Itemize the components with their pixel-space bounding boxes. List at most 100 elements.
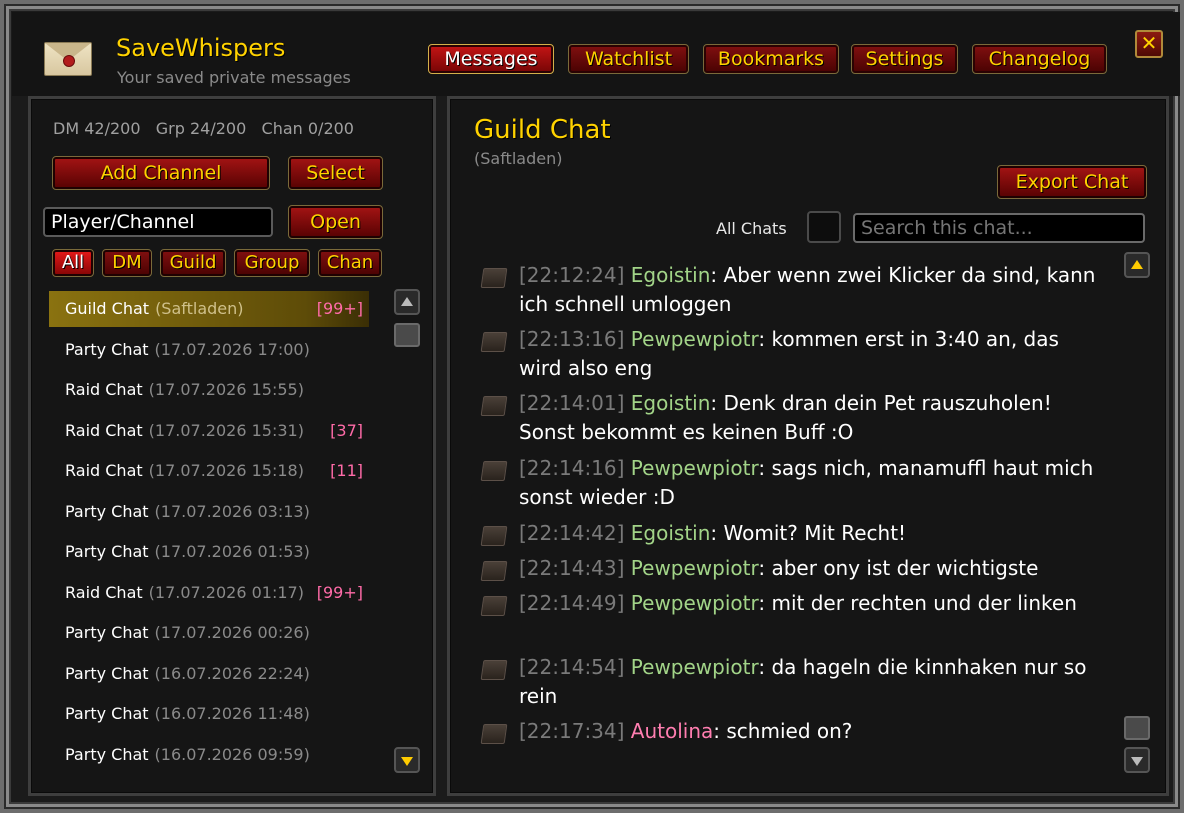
- message-timestamp: [22:12:24]: [519, 263, 625, 287]
- tab-bookmarks[interactable]: Bookmarks: [703, 44, 839, 74]
- bookmark-icon[interactable]: [480, 461, 508, 481]
- message-timestamp: [22:13:16]: [519, 327, 625, 351]
- message-timestamp: [22:14:16]: [519, 456, 625, 480]
- channel-list-item[interactable]: Guild Chat (Saftladen) [99+]: [49, 291, 369, 327]
- export-chat-button[interactable]: Export Chat: [997, 165, 1147, 199]
- channel-list-item[interactable]: Party Chat (17.07.2026 00:26): [49, 615, 369, 651]
- bookmark-icon[interactable]: [480, 724, 508, 744]
- tab-messages[interactable]: Messages: [428, 44, 554, 74]
- unread-badge: [37]: [330, 420, 363, 440]
- message-timestamp: [22:14:01]: [519, 391, 625, 415]
- chat-panel: Guild Chat (Saftladen) Export Chat All C…: [447, 96, 1169, 796]
- channel-date: (Saftladen): [155, 299, 244, 318]
- channel-list-item[interactable]: Party Chat (16.07.2026 11:48): [49, 696, 369, 732]
- channel-name: Raid Chat: [65, 380, 143, 399]
- message-sender[interactable]: Pewpewpiotr: [631, 327, 759, 351]
- arrow-down-icon: [1131, 757, 1143, 766]
- message-sender[interactable]: Egoistin: [631, 391, 711, 415]
- message-sender[interactable]: Autolina: [631, 719, 713, 743]
- channel-date: (16.07.2026 22:24): [154, 663, 310, 683]
- channel-list-item[interactable]: Party Chat (17.07.2026 17:00): [49, 332, 369, 368]
- bookmark-icon[interactable]: [480, 660, 508, 680]
- channel-sidebar: DM 42/200 Grp 24/200 Chan 0/200 Add Chan…: [28, 96, 436, 796]
- bookmark-icon[interactable]: [480, 526, 508, 546]
- message-text: [22:14:43] Pewpewpiotr: aber ony ist der…: [519, 556, 1039, 580]
- channel-list-item[interactable]: Raid Chat (17.07.2026 15:55): [49, 372, 369, 408]
- message-sender[interactable]: Pewpewpiotr: [631, 655, 759, 679]
- filter-chan[interactable]: Chan: [318, 249, 382, 277]
- channel-name: Guild Chat: [65, 299, 150, 318]
- channel-list-item[interactable]: Party Chat (17.07.2026 01:53): [49, 534, 369, 570]
- message-sender[interactable]: Pewpewpiotr: [631, 556, 759, 580]
- channel-list-item[interactable]: Raid Chat (17.07.2026 15:31) [37]: [49, 413, 369, 449]
- bookmark-icon[interactable]: [480, 396, 508, 416]
- arrow-down-icon: [401, 757, 413, 766]
- filter-dm[interactable]: DM: [102, 249, 152, 277]
- channel-list-item[interactable]: Party Chat (16.07.2026 22:24): [49, 656, 369, 692]
- add-channel-button[interactable]: Add Channel: [52, 156, 270, 190]
- channel-name: Raid Chat: [65, 461, 143, 480]
- message-body: mit der rechten und der linken: [771, 591, 1077, 615]
- envelope-icon: [44, 42, 92, 76]
- message-text: [22:14:42] Egoistin: Womit? Mit Recht!: [519, 521, 907, 545]
- channel-name: Raid Chat: [65, 582, 143, 602]
- channel-list-item[interactable]: Party Chat (17.07.2026 03:13): [49, 494, 369, 530]
- channel-date: (17.07.2026 00:26): [154, 623, 310, 642]
- open-button[interactable]: Open: [288, 205, 383, 239]
- filter-all[interactable]: All: [52, 249, 94, 277]
- message-sender[interactable]: Egoistin: [631, 263, 711, 287]
- channel-date: (17.07.2026 03:13): [154, 501, 310, 521]
- channel-name: Party Chat: [65, 744, 149, 764]
- message-text: [22:14:54] Pewpewpiotr: da hageln die ki…: [519, 655, 1087, 708]
- chat-scroll-down-button[interactable]: [1124, 747, 1150, 773]
- channel-name: Party Chat: [65, 339, 149, 359]
- bookmark-icon[interactable]: [480, 332, 508, 352]
- arrow-up-icon: [401, 297, 413, 306]
- channel-list-item[interactable]: Party Chat (16.07.2026 09:59): [49, 737, 369, 773]
- message-timestamp: [22:14:49]: [519, 591, 625, 615]
- arrow-up-icon: [1131, 260, 1143, 269]
- channel-date: (17.07.2026 17:00): [154, 339, 310, 359]
- close-button[interactable]: ✕: [1135, 30, 1163, 58]
- channel-name: Raid Chat: [65, 420, 143, 440]
- chat-scroll-up-button[interactable]: [1124, 252, 1150, 278]
- bookmark-icon[interactable]: [480, 561, 508, 581]
- tab-watchlist[interactable]: Watchlist: [568, 44, 689, 74]
- sidebar-scrollbar-thumb[interactable]: [394, 323, 420, 347]
- app-title: SaveWhispers: [116, 34, 286, 62]
- chat-scrollbar-thumb[interactable]: [1124, 716, 1150, 740]
- channel-date: (16.07.2026 09:59): [154, 744, 310, 764]
- select-button[interactable]: Select: [288, 156, 383, 190]
- unread-badge: [11]: [330, 461, 363, 480]
- bookmark-icon[interactable]: [480, 268, 508, 288]
- channel-date: (17.07.2026 15:18): [148, 461, 304, 480]
- channel-date: (16.07.2026 11:48): [154, 704, 310, 723]
- message-sender[interactable]: Egoistin: [631, 521, 711, 545]
- app-subtitle: Your saved private messages: [117, 68, 351, 87]
- tab-settings[interactable]: Settings: [851, 44, 958, 74]
- filter-group[interactable]: Group: [234, 249, 310, 277]
- message-sender[interactable]: Pewpewpiotr: [631, 456, 759, 480]
- message-timestamp: [22:14:42]: [519, 521, 625, 545]
- all-chats-checkbox[interactable]: [807, 211, 841, 243]
- message-list: [22:12:24] Egoistin: Aber wenn zwei Klic…: [476, 247, 1106, 767]
- message-timestamp: [22:17:34]: [519, 719, 625, 743]
- close-icon: ✕: [1140, 31, 1158, 55]
- chat-title: Guild Chat: [474, 115, 611, 145]
- bookmark-icon[interactable]: [480, 596, 508, 616]
- channel-date: (17.07.2026 15:55): [148, 380, 304, 399]
- channel-list-item[interactable]: Raid Chat (17.07.2026 01:17) [99+]: [49, 575, 369, 611]
- channel-list-item[interactable]: Raid Chat (17.07.2026 15:18) [11]: [49, 453, 369, 489]
- sidebar-scroll-up-button[interactable]: [394, 289, 420, 315]
- channel-name: Party Chat: [65, 623, 149, 642]
- channel-name: Party Chat: [65, 663, 149, 683]
- player-channel-input[interactable]: [43, 207, 273, 237]
- search-chat-input[interactable]: [853, 213, 1145, 243]
- tab-changelog[interactable]: Changelog: [972, 44, 1107, 74]
- message-sender[interactable]: Pewpewpiotr: [631, 591, 759, 615]
- filter-guild[interactable]: Guild: [160, 249, 226, 277]
- chat-subtitle: (Saftladen): [474, 149, 563, 168]
- sidebar-scroll-down-button[interactable]: [394, 747, 420, 773]
- channel-name: Party Chat: [65, 704, 149, 723]
- unread-badge: [99+]: [316, 299, 363, 318]
